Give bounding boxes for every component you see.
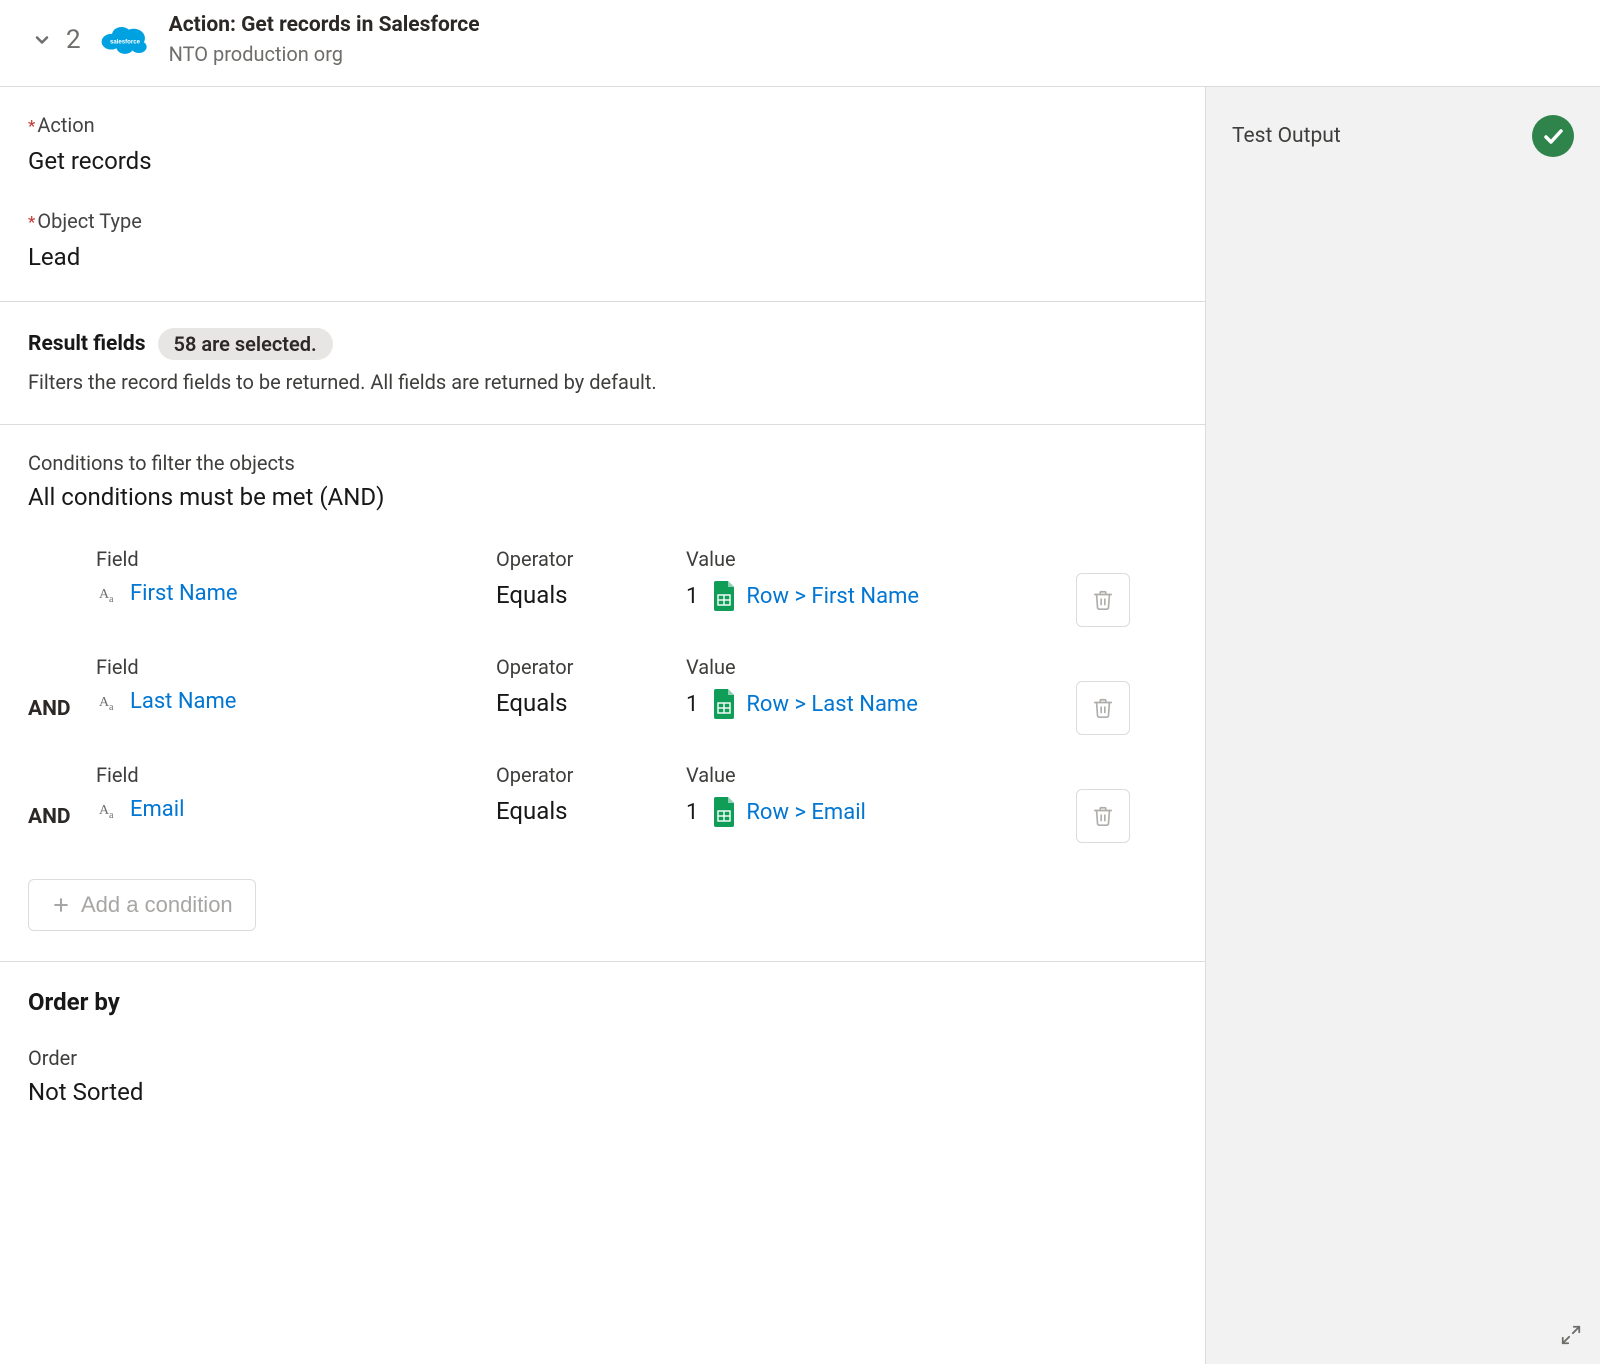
- conditions-section: Conditions to filter the objects All con…: [0, 424, 1205, 961]
- add-condition-button[interactable]: Add a condition: [28, 879, 256, 931]
- condition-field[interactable]: Aa Email: [96, 797, 496, 822]
- step-header: 2 salesforce Action: Get records in Sale…: [0, 0, 1600, 86]
- action-section: *Action Get records *Object Type Lead: [0, 87, 1205, 301]
- col-head-field: Field: [96, 655, 496, 679]
- col-head-value: Value: [686, 655, 1076, 679]
- svg-text:a: a: [109, 702, 114, 713]
- col-head-operator: Operator: [496, 655, 686, 679]
- condition-operator[interactable]: Equals: [496, 581, 686, 609]
- value-index: 1: [686, 800, 698, 825]
- conditions-label: Conditions to filter the objects: [28, 451, 1177, 475]
- col-head-field: Field: [96, 547, 496, 571]
- condition-operator[interactable]: Equals: [496, 797, 686, 825]
- condition-join: AND: [28, 777, 96, 829]
- condition-value-text: Row > First Name: [746, 584, 919, 609]
- condition-join: [28, 573, 96, 601]
- condition-field[interactable]: Aa First Name: [96, 581, 496, 606]
- google-sheets-icon: [712, 689, 736, 719]
- action-value[interactable]: Get records: [28, 147, 1177, 175]
- delete-condition-button[interactable]: [1076, 789, 1130, 843]
- condition-join: AND: [28, 669, 96, 721]
- order-label: Order: [28, 1046, 1177, 1070]
- test-output-title: Test Output: [1232, 124, 1341, 148]
- object-type-value[interactable]: Lead: [28, 243, 1177, 271]
- col-head-field: Field: [96, 763, 496, 787]
- result-fields-section: Result fields 58 are selected. Filters t…: [0, 301, 1205, 424]
- condition-field[interactable]: Aa Last Name: [96, 689, 496, 714]
- col-head-value: Value: [686, 547, 1076, 571]
- svg-text:a: a: [109, 810, 114, 821]
- condition-value-text: Row > Last Name: [746, 692, 918, 717]
- result-fields-desc: Filters the record fields to be returned…: [28, 370, 1177, 394]
- delete-condition-button[interactable]: [1076, 681, 1130, 735]
- condition-row: ANDField Aa Last Name Operator EqualsValue 1 R…: [28, 655, 1177, 735]
- text-field-icon: Aa: [96, 690, 120, 714]
- condition-field-text: First Name: [130, 581, 238, 606]
- condition-value[interactable]: 1 Row > Email: [686, 797, 1076, 827]
- result-fields-count-badge[interactable]: 58 are selected.: [158, 328, 333, 360]
- condition-value-text: Row > Email: [746, 800, 866, 825]
- condition-value[interactable]: 1 Row > First Name: [686, 581, 1076, 611]
- condition-value[interactable]: 1 Row > Last Name: [686, 689, 1076, 719]
- col-head-value: Value: [686, 763, 1076, 787]
- google-sheets-icon: [712, 581, 736, 611]
- step-subtitle: NTO production org: [169, 40, 480, 68]
- condition-operator[interactable]: Equals: [496, 689, 686, 717]
- svg-text:a: a: [109, 594, 114, 605]
- result-fields-title: Result fields: [28, 332, 146, 356]
- text-field-icon: Aa: [96, 582, 120, 606]
- delete-condition-button[interactable]: [1076, 573, 1130, 627]
- condition-field-text: Last Name: [130, 689, 236, 714]
- salesforce-logo-icon: salesforce: [99, 22, 151, 58]
- step-number: 2: [66, 25, 81, 55]
- order-by-title: Order by: [28, 988, 1177, 1016]
- order-by-section: Order by Order Not Sorted: [0, 961, 1205, 1136]
- expand-panel-icon[interactable]: [1560, 1324, 1586, 1350]
- step-title: Action: Get records in Salesforce: [169, 12, 480, 38]
- svg-text:salesforce: salesforce: [110, 40, 141, 46]
- value-index: 1: [686, 584, 698, 609]
- condition-row: ANDField Aa Email Operator EqualsValue 1 Row >…: [28, 763, 1177, 843]
- order-value[interactable]: Not Sorted: [28, 1078, 1177, 1106]
- collapse-chevron-icon[interactable]: [28, 26, 56, 54]
- conditions-mode[interactable]: All conditions must be met (AND): [28, 483, 1177, 511]
- col-head-operator: Operator: [496, 547, 686, 571]
- add-condition-label: Add a condition: [81, 892, 233, 918]
- object-type-label: *Object Type: [28, 209, 1177, 233]
- col-head-operator: Operator: [496, 763, 686, 787]
- test-output-panel: Test Output: [1206, 87, 1600, 1364]
- google-sheets-icon: [712, 797, 736, 827]
- action-label: *Action: [28, 113, 1177, 137]
- value-index: 1: [686, 692, 698, 717]
- text-field-icon: Aa: [96, 798, 120, 822]
- test-success-icon: [1532, 115, 1574, 157]
- condition-field-text: Email: [130, 797, 184, 822]
- condition-row: Field Aa First Name Operator EqualsValue 1 Row…: [28, 547, 1177, 627]
